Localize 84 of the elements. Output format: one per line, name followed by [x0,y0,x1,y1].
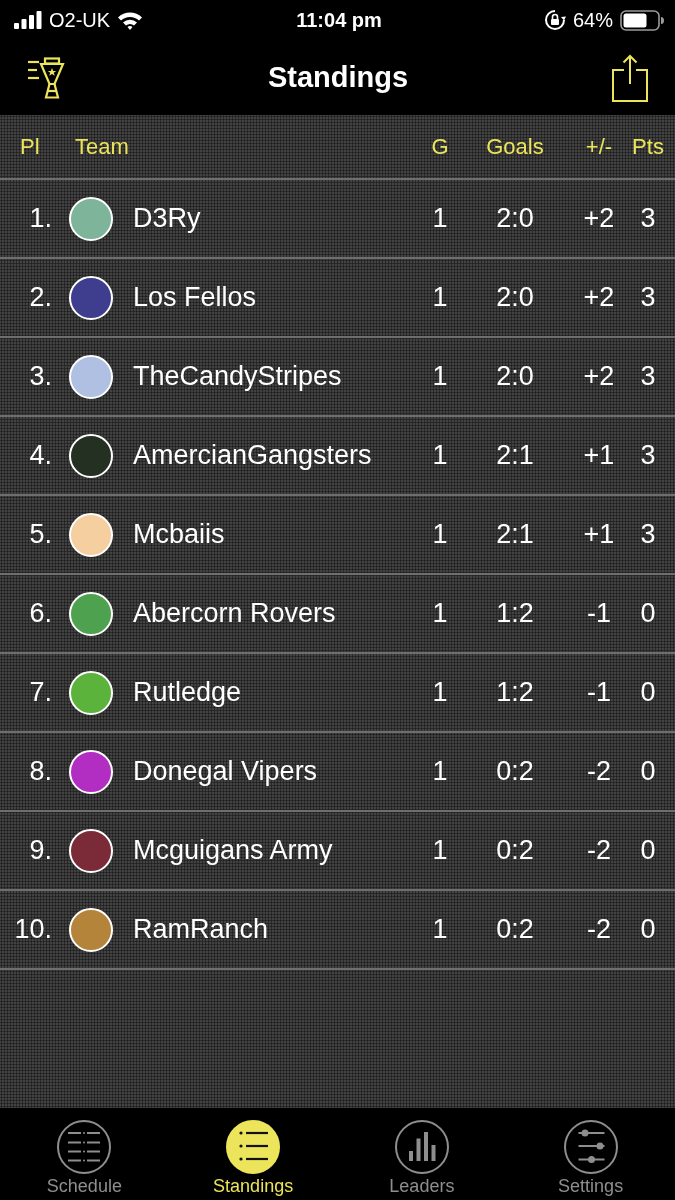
rank-number: 9. [28,835,53,866]
list-icon [57,1120,112,1174]
goal-difference: +1 [582,440,616,471]
bulleted-list-icon [226,1120,281,1174]
tab-button[interactable]: Leaders [389,1108,455,1197]
goals-score: 2:1 [495,519,535,550]
rank-number: 10. [13,914,53,945]
goals-score: 0:2 [495,914,535,945]
tab-button[interactable]: Schedule [46,1108,122,1197]
games-played: 1 [431,835,449,866]
tab-button[interactable]: Standings [213,1108,294,1197]
points-total: 3 [639,361,657,392]
games-played: 1 [431,914,449,945]
rank-number: 4. [28,440,53,471]
rank-number: 7. [28,677,53,708]
games-played: 1 [431,677,449,708]
signal-icon [14,11,42,29]
rank-number: 1. [28,203,53,234]
carrier-name: O2-UK [49,8,111,32]
team-name: Rutledge [133,677,243,708]
points-total: 3 [639,440,657,471]
goals-score: 0:2 [495,756,535,787]
rank-number: 3. [28,361,53,392]
column-header: +/- [584,133,614,160]
goals-score: 0:2 [495,835,535,866]
games-played: 1 [431,598,449,629]
points-total: 3 [639,519,657,550]
team-name: Mcbaiis [133,519,226,550]
goal-difference: +2 [582,361,616,392]
column-header: Goals [485,133,545,160]
goals-score: 2:0 [495,203,535,234]
sliders-icon [563,1120,618,1174]
rank-number: 2. [28,282,53,313]
rank-number: 6. [28,598,53,629]
team-name: Mcguigans Army [133,835,334,866]
team-name: Los Fellos [133,282,258,313]
column-header: Pl [19,133,41,160]
goals-score: 1:2 [495,677,535,708]
games-played: 1 [431,440,449,471]
rank-number: 5. [28,519,53,550]
goal-difference: -2 [586,756,612,787]
games-played: 1 [431,519,449,550]
goal-difference: -2 [586,835,612,866]
goals-score: 2:1 [495,440,535,471]
bar-chart-icon [394,1120,449,1174]
goal-difference: -1 [586,598,612,629]
points-total: 3 [639,282,657,313]
trophy-icon[interactable] [28,56,66,99]
clock-time: 11:04 pm [296,8,382,32]
team-name: Donegal Vipers [133,756,319,787]
screen-title: Standings [267,61,409,94]
points-total: 0 [639,756,657,787]
column-header: Team [74,133,130,160]
goals-score: 2:0 [495,361,535,392]
goal-difference: +2 [582,203,616,234]
goals-score: 1:2 [495,598,535,629]
column-header: Pts [631,133,665,160]
team-name: Abercorn Rovers [133,598,337,629]
team-name: RamRanch [133,914,270,945]
games-played: 1 [431,203,449,234]
points-total: 0 [639,835,657,866]
team-name: D3Ry [133,203,202,234]
goal-difference: -1 [586,677,612,708]
wifi-icon [117,10,144,30]
goal-difference: +2 [582,282,616,313]
goal-difference: -2 [586,914,612,945]
team-name: TheCandyStripes [133,361,343,392]
tab-button[interactable]: Settings [558,1108,624,1197]
battery-icon [620,9,664,31]
goals-score: 2:0 [495,282,535,313]
points-total: 0 [639,914,657,945]
share-icon[interactable] [612,53,648,102]
points-total: 0 [639,677,657,708]
points-total: 3 [639,203,657,234]
games-played: 1 [431,282,449,313]
battery-percent: 64% [573,8,613,32]
team-name: AmercianGangsters [133,440,373,471]
rotation-lock-icon [544,9,566,31]
goal-difference: +1 [582,519,616,550]
games-played: 1 [431,756,449,787]
column-header: G [430,133,450,160]
points-total: 0 [639,598,657,629]
games-played: 1 [431,361,449,392]
rank-number: 8. [28,756,53,787]
